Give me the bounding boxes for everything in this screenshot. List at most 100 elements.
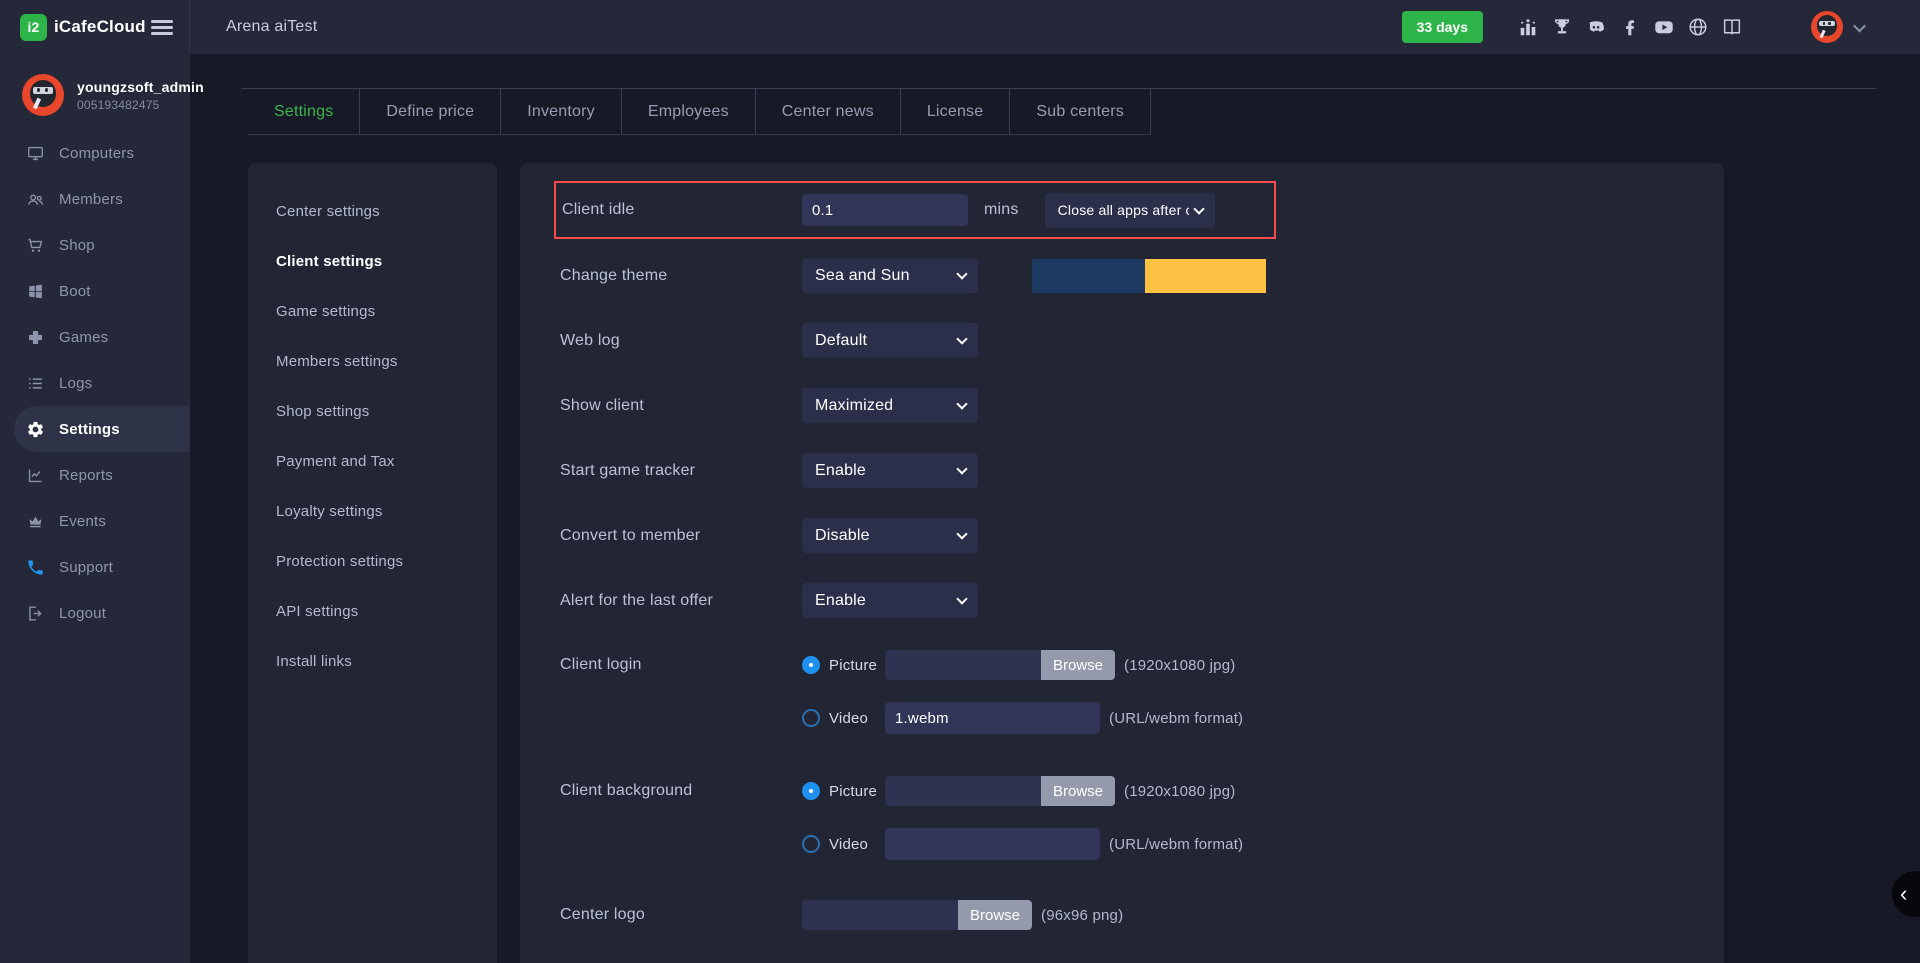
browse-button[interactable]: Browse — [1041, 776, 1115, 806]
radio-label: Picture — [829, 783, 885, 800]
sidebar-item-logs[interactable]: Logs — [0, 360, 190, 406]
format-note: (96x96 png) — [1041, 907, 1123, 924]
sidebar-item-shop[interactable]: Shop — [0, 222, 190, 268]
sidebar: youngzsoft_admin 005193482475 Computers … — [0, 54, 190, 963]
nav-members-settings[interactable]: Members settings — [276, 353, 497, 370]
sidebar-item-label: Games — [59, 329, 108, 346]
picture-radio[interactable] — [802, 656, 820, 674]
nav-payment-and-tax[interactable]: Payment and Tax — [276, 453, 497, 470]
alert-last-offer-select[interactable]: Enable — [802, 583, 978, 618]
client-idle-action-select[interactable]: Close all apps after che — [1045, 193, 1215, 228]
tab-bar: Settings Define price Inventory Employee… — [248, 89, 1151, 135]
sidebar-item-label: Shop — [59, 237, 95, 254]
client-background-video-input[interactable] — [885, 828, 1100, 860]
tab-sub-centers[interactable]: Sub centers — [1010, 89, 1151, 134]
sidebar-item-events[interactable]: Events — [0, 498, 190, 544]
sidebar-item-label: Events — [59, 513, 106, 530]
format-note: (1920x1080 jpg) — [1124, 657, 1235, 674]
user-id: 005193482475 — [77, 98, 180, 112]
tab-label: Define price — [386, 103, 474, 121]
client-login-label: Client login — [560, 656, 802, 674]
start-game-tracker-label: Start game tracker — [560, 462, 802, 480]
user-avatar — [22, 74, 64, 116]
client-background-video-option: Video (URL/webm format) — [802, 828, 1243, 860]
video-radio[interactable] — [802, 709, 820, 727]
user-name: youngzsoft_admin — [77, 79, 180, 95]
chevron-down-icon — [956, 593, 967, 604]
phone-icon — [26, 558, 45, 577]
nav-client-settings[interactable]: Client settings — [276, 253, 497, 270]
brand[interactable]: i2 iCafeCloud — [0, 0, 190, 54]
picture-radio[interactable] — [802, 782, 820, 800]
theme-swatch-navy — [1032, 259, 1145, 293]
show-client-select[interactable]: Maximized — [802, 388, 978, 423]
hamburger-menu-icon[interactable] — [151, 17, 173, 38]
trophy-icon[interactable] — [1551, 16, 1573, 38]
sidebar-item-label: Settings — [59, 421, 120, 438]
tab-label: License — [927, 103, 984, 121]
sidebar-item-boot[interactable]: Boot — [0, 268, 190, 314]
nav-center-settings[interactable]: Center settings — [276, 203, 497, 220]
nav-install-links[interactable]: Install links — [276, 653, 497, 670]
client-login-picture-input[interactable] — [885, 650, 1041, 680]
tab-define-price[interactable]: Define price — [360, 89, 501, 134]
youtube-icon[interactable] — [1653, 16, 1675, 38]
sidebar-item-support[interactable]: Support — [0, 544, 190, 590]
browse-button[interactable]: Browse — [958, 900, 1032, 930]
theme-preview-swatches — [1032, 259, 1266, 293]
ranking-icon[interactable] — [1517, 16, 1539, 38]
radio-label: Video — [829, 710, 885, 727]
license-days-badge[interactable]: 33 days — [1402, 11, 1483, 43]
globe-icon[interactable] — [1687, 16, 1709, 38]
client-background-row: Client background Picture Browse (1920x1… — [560, 776, 1724, 860]
facebook-icon[interactable] — [1619, 16, 1641, 38]
center-logo-input[interactable] — [802, 900, 958, 930]
start-game-tracker-row: Start game tracker Enable — [560, 453, 1724, 488]
topbar-actions: 33 days — [1402, 11, 1920, 43]
tab-license[interactable]: License — [901, 89, 1011, 134]
sidebar-item-computers[interactable]: Computers — [0, 130, 190, 176]
sidebar-user: youngzsoft_admin 005193482475 — [0, 54, 190, 130]
radio-label: Picture — [829, 657, 885, 674]
sidebar-item-reports[interactable]: Reports — [0, 452, 190, 498]
sidebar-item-games[interactable]: Games — [0, 314, 190, 360]
change-theme-label: Change theme — [560, 267, 802, 285]
client-idle-highlight: Client idle mins Close all apps after ch… — [554, 181, 1276, 239]
alert-last-offer-label: Alert for the last offer — [560, 592, 802, 610]
sidebar-item-settings[interactable]: Settings — [14, 406, 190, 452]
video-radio[interactable] — [802, 835, 820, 853]
sidebar-item-label: Reports — [59, 467, 113, 484]
start-game-tracker-select[interactable]: Enable — [802, 453, 978, 488]
client-idle-label: Client idle — [562, 201, 802, 219]
convert-to-member-select[interactable]: Disable — [802, 518, 978, 553]
tab-settings[interactable]: Settings — [248, 89, 360, 134]
client-login-video-input[interactable] — [885, 702, 1100, 734]
tab-center-news[interactable]: Center news — [756, 89, 901, 134]
users-icon — [26, 190, 45, 209]
sidebar-item-label: Computers — [59, 145, 134, 162]
discord-icon[interactable] — [1585, 16, 1607, 38]
nav-protection-settings[interactable]: Protection settings — [276, 553, 497, 570]
nav-shop-settings[interactable]: Shop settings — [276, 403, 497, 420]
docs-icon[interactable] — [1721, 16, 1743, 38]
logout-icon — [26, 604, 45, 623]
tab-inventory[interactable]: Inventory — [501, 89, 622, 134]
tab-label: Employees — [648, 103, 729, 121]
sidebar-item-members[interactable]: Members — [0, 176, 190, 222]
user-menu[interactable] — [1811, 11, 1864, 43]
nav-loyalty-settings[interactable]: Loyalty settings — [276, 503, 497, 520]
convert-to-member-row: Convert to member Disable — [560, 518, 1724, 553]
format-note: (URL/webm format) — [1109, 836, 1243, 853]
tab-employees[interactable]: Employees — [622, 89, 756, 134]
web-log-select[interactable]: Default — [802, 323, 978, 358]
nav-api-settings[interactable]: API settings — [276, 603, 497, 620]
sidebar-item-logout[interactable]: Logout — [0, 590, 190, 636]
client-idle-input[interactable] — [802, 194, 968, 226]
nav-game-settings[interactable]: Game settings — [276, 303, 497, 320]
change-theme-select[interactable]: Sea and Sun — [802, 258, 978, 293]
radio-label: Video — [829, 836, 885, 853]
client-background-picture-input[interactable] — [885, 776, 1041, 806]
sidebar-item-label: Members — [59, 191, 123, 208]
browse-button[interactable]: Browse — [1041, 650, 1115, 680]
chevron-left-icon: ‹ — [1900, 881, 1908, 907]
